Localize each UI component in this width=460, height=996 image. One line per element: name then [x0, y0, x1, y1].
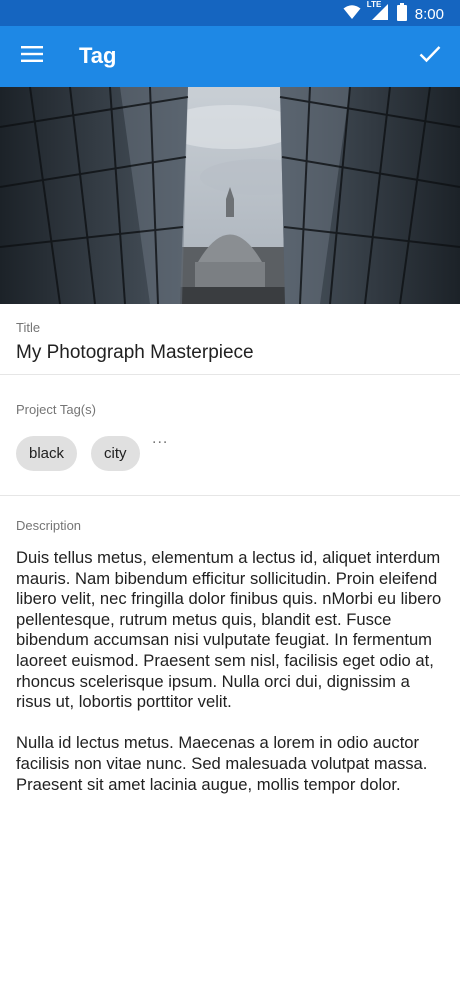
status-time: 8:00 — [414, 5, 444, 23]
signal-icon: LTE — [366, 0, 389, 26]
description-paragraph-2: Nulla id lectus metus. Maecenas a lorem … — [16, 733, 428, 794]
divider — [0, 374, 460, 375]
project-tags-label: Project Tag(s) — [16, 402, 96, 417]
description-label: Description — [16, 518, 82, 533]
description-paragraph-1: Duis tellus metus, elementum a lectus id… — [16, 548, 442, 712]
status-bar: LTE 8:00 — [0, 0, 460, 26]
page-title: Tag — [79, 43, 117, 68]
title-field[interactable]: My Photograph Masterpiece — [16, 340, 254, 366]
check-icon — [419, 45, 441, 68]
network-type-label: LTE — [366, 0, 382, 9]
hero-photo[interactable] — [0, 87, 460, 304]
hamburger-menu-icon — [21, 45, 43, 68]
status-icons: LTE 8:00 — [343, 0, 444, 26]
wifi-icon — [343, 4, 361, 25]
divider — [0, 495, 460, 496]
battery-icon — [396, 3, 407, 26]
more-tags-button[interactable]: ... — [152, 430, 168, 448]
tag-chip-black[interactable]: black — [16, 436, 78, 471]
tag-chip-city[interactable]: city — [91, 436, 140, 471]
description-field[interactable]: Duis tellus metus, elementum a lectus id… — [16, 548, 446, 816]
app-bar: Tag — [0, 26, 460, 87]
photo-image — [0, 87, 460, 304]
title-label: Title — [16, 320, 41, 335]
menu-button[interactable] — [14, 38, 50, 74]
save-button[interactable] — [412, 38, 448, 74]
